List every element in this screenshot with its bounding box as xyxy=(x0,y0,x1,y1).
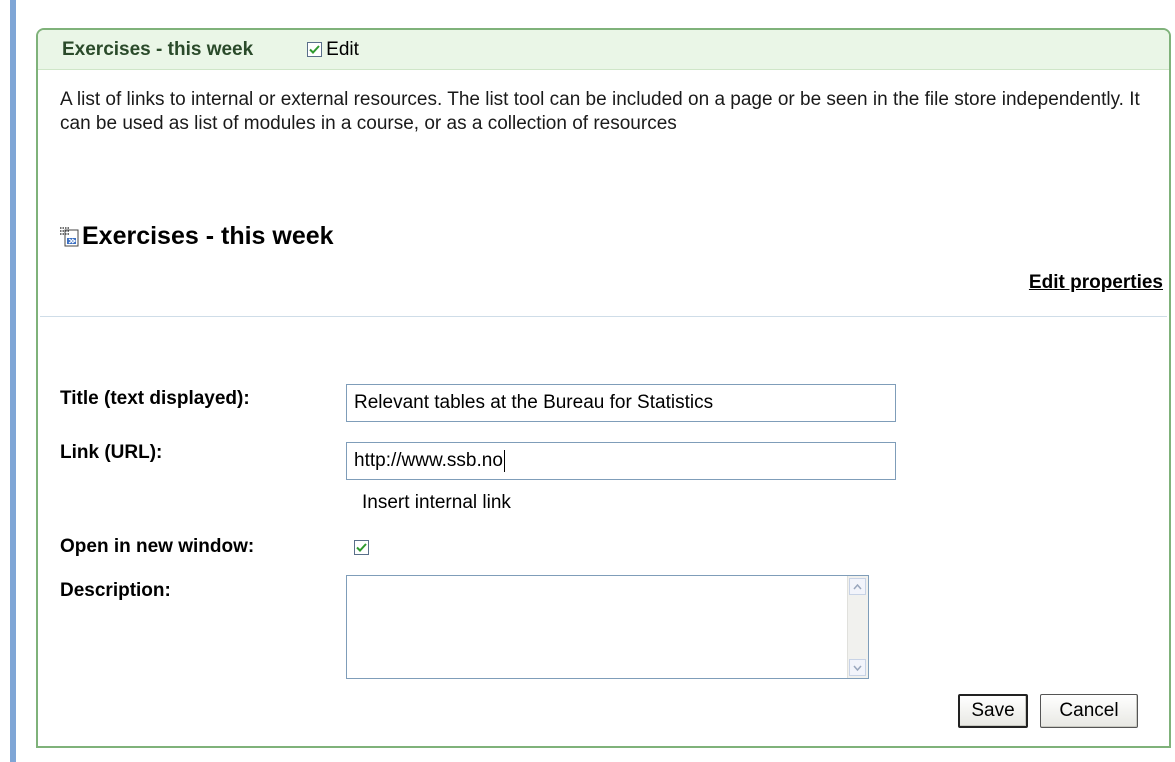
scroll-up-button[interactable] xyxy=(849,578,866,595)
cancel-button[interactable]: Cancel xyxy=(1040,694,1138,728)
open-new-window-label: Open in new window: xyxy=(60,536,255,557)
edit-checkbox[interactable] xyxy=(307,42,323,57)
insert-internal-link[interactable]: Insert internal link xyxy=(362,492,511,514)
panel-header: Exercises - this week Edit xyxy=(38,30,1169,70)
title-label: Title (text displayed): xyxy=(60,388,250,409)
divider xyxy=(40,316,1167,317)
checkmark-icon xyxy=(309,45,320,54)
save-button[interactable]: Save xyxy=(958,694,1028,728)
list-document-icon xyxy=(60,226,79,246)
list-heading-text: Exercises - this week xyxy=(82,222,334,250)
chevron-up-icon xyxy=(853,583,862,589)
description-label: Description: xyxy=(60,580,171,601)
description-scrollbar[interactable] xyxy=(847,576,868,678)
title-input-value: Relevant tables at the Bureau for Statis… xyxy=(354,392,714,413)
panel-title: Exercises - this week xyxy=(62,38,254,60)
checkmark-icon xyxy=(356,543,367,552)
link-label: Link (URL): xyxy=(60,442,163,463)
list-tool-panel: Exercises - this week Edit A list of lin… xyxy=(36,28,1171,748)
list-heading: Exercises - this week xyxy=(60,222,334,251)
edit-label: Edit xyxy=(326,38,359,60)
tool-description: A list of links to internal or external … xyxy=(60,89,1140,134)
open-new-window-checkbox[interactable] xyxy=(354,540,369,555)
scroll-down-button[interactable] xyxy=(849,659,866,676)
edit-toggle[interactable]: Edit xyxy=(307,39,359,61)
title-input[interactable]: Relevant tables at the Bureau for Statis… xyxy=(346,384,896,422)
left-edge-bar xyxy=(10,0,16,762)
chevron-down-icon xyxy=(853,665,862,671)
description-textarea[interactable] xyxy=(346,575,869,679)
edit-properties-link[interactable]: Edit properties xyxy=(1029,272,1163,294)
link-input[interactable]: http://www.ssb.no xyxy=(346,442,896,480)
text-caret xyxy=(503,450,505,472)
link-input-value: http://www.ssb.no xyxy=(354,450,503,471)
